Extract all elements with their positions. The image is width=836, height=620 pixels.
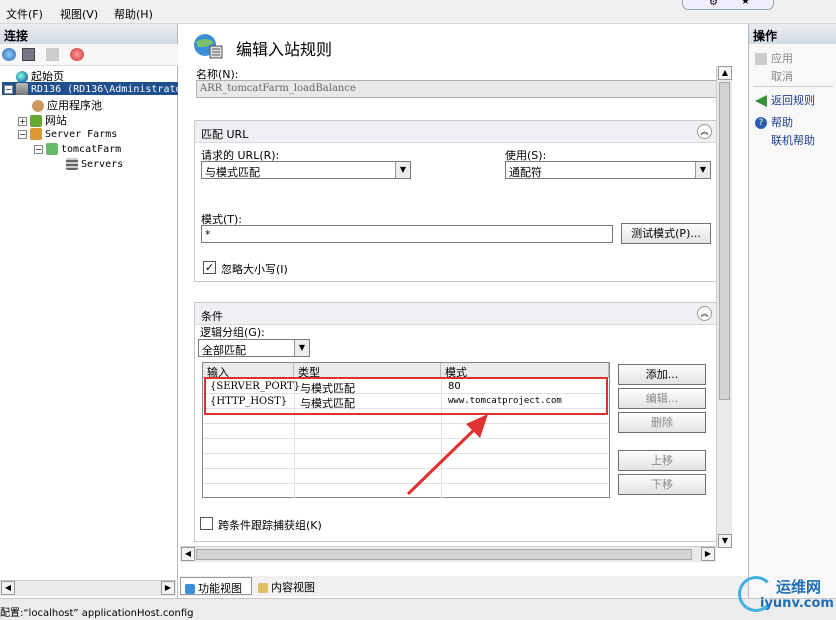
star-icon[interactable]: ★ [741, 0, 750, 7]
tree-item-servers[interactable]: Servers [66, 157, 123, 170]
ignore-case-checkbox[interactable]: ✓ [203, 261, 216, 274]
track-capture-label: 跨条件跟踪捕获组(K) [218, 519, 322, 532]
collapse-icon[interactable]: − [18, 129, 27, 139]
scroll-thumb[interactable] [196, 549, 692, 560]
connections-toolbar [0, 44, 178, 66]
connections-pane: 连接 起始页 − RD136 (RD136\Administrator 应用程序池… [0, 24, 188, 598]
logical-group-select[interactable]: 全部匹配 ▼ [198, 339, 310, 357]
connections-title: 连接 [0, 24, 177, 44]
watermark-logo: 运维网 iyunv.com [738, 570, 836, 620]
scroll-up-icon[interactable]: ▲ [718, 66, 732, 80]
match-url-header: 匹配 URL ︽ [195, 121, 717, 143]
scroll-right-icon[interactable]: ▶ [161, 581, 175, 595]
dropdown-arrow-icon: ▼ [294, 340, 309, 356]
tab-content-view[interactable]: 内容视图 [254, 577, 334, 595]
servers-icon [66, 158, 78, 170]
using-select[interactable]: 通配符 ▼ [505, 161, 711, 179]
test-pattern-button[interactable]: 测试模式(P)... [621, 223, 711, 244]
collapse-match-url-icon[interactable]: ︽ [697, 124, 712, 139]
watermark-url: iyunv.com [760, 596, 834, 611]
save-icon[interactable] [22, 48, 35, 61]
left-horizontal-scrollbar[interactable]: ◀ ▶ [0, 580, 176, 596]
tab-features-view[interactable]: 功能视图 [180, 577, 252, 595]
annotation-arrow-icon [406, 414, 488, 496]
window-controls: ⚙ ★ [682, 0, 774, 10]
page-title: 编辑入站规则 [236, 40, 333, 59]
column-header-pattern[interactable]: 模式 [441, 363, 609, 379]
up-icon[interactable] [46, 48, 59, 61]
collapse-icon[interactable]: − [4, 84, 13, 94]
center-horizontal-scrollbar[interactable]: ◀ ▶ [180, 546, 716, 562]
settings-icon[interactable]: ⚙ [709, 0, 718, 8]
ignore-case-label: 忽略大小写(I) [221, 263, 288, 276]
farm-icon [46, 143, 58, 155]
conditions-header: 条件 ︽ [195, 303, 717, 325]
disconnect-icon[interactable] [70, 48, 84, 61]
rewrite-globe-icon [194, 34, 223, 59]
menu-help[interactable]: 帮助(H) [114, 6, 153, 22]
rule-name-field[interactable]: ARR_tomcatFarm_loadBalance [196, 80, 718, 98]
expand-icon[interactable]: + [18, 116, 27, 126]
features-view-icon [185, 584, 195, 594]
edit-condition-button[interactable]: 编辑... [618, 388, 706, 409]
track-capture-checkbox[interactable] [200, 517, 213, 530]
menu-view[interactable]: 视图(V) [60, 6, 98, 22]
help-icon: ? [755, 117, 767, 129]
remove-condition-button[interactable]: 删除 [618, 412, 706, 433]
dropdown-arrow-icon: ▼ [395, 162, 410, 178]
scroll-right-icon[interactable]: ▶ [701, 547, 715, 561]
server-icon [16, 83, 28, 95]
tree-item-app-pools[interactable]: 应用程序池 [32, 97, 102, 113]
column-header-input[interactable]: 输入 [203, 363, 294, 379]
edit-rule-pane: 编辑入站规则 名称(N): ARR_tomcatFarm_loadBalance… [180, 24, 748, 594]
server-farm-icon [30, 128, 42, 140]
move-up-button[interactable]: 上移 [618, 450, 706, 471]
center-vertical-scrollbar[interactable]: ▲ ▼ [716, 66, 732, 548]
dropdown-arrow-icon: ▼ [695, 162, 710, 178]
collapse-conditions-icon[interactable]: ︽ [697, 306, 712, 321]
tree-item-server[interactable]: − RD136 (RD136\Administrator [2, 82, 188, 95]
menu-file[interactable]: 文件(F) [6, 6, 43, 22]
actions-title: 操作 [749, 24, 836, 44]
apply-action[interactable]: 应用 [755, 50, 793, 66]
move-down-button[interactable]: 下移 [618, 474, 706, 495]
tree-item-tomcat-farm[interactable]: − tomcatFarm [34, 142, 121, 155]
column-header-type[interactable]: 类型 [294, 363, 441, 379]
back-to-rules-action[interactable]: 返回规则 [755, 92, 815, 108]
scroll-down-icon[interactable]: ▼ [718, 534, 732, 548]
match-url-group: 匹配 URL ︽ 请求的 URL(R): 与模式匹配 ▼ 使用(S): 通配符 … [194, 120, 718, 282]
help-action[interactable]: ? 帮助 [755, 114, 793, 130]
content-view-icon [258, 583, 268, 593]
tree-item-server-farms[interactable]: − Server Farms [18, 127, 117, 140]
scroll-left-icon[interactable]: ◀ [1, 581, 15, 595]
back-arrow-icon [755, 95, 767, 107]
status-text: 配置:“localhost” applicationHost.config [0, 608, 194, 619]
collapse-icon[interactable]: − [34, 144, 43, 154]
app-pool-icon [32, 100, 44, 112]
status-bar: 配置:“localhost” applicationHost.config [0, 598, 836, 620]
scroll-left-icon[interactable]: ◀ [181, 547, 195, 561]
connect-globe-icon[interactable] [2, 48, 16, 61]
requested-url-select[interactable]: 与模式匹配 ▼ [201, 161, 411, 179]
sites-icon [30, 115, 42, 127]
pattern-input[interactable]: * [201, 225, 613, 243]
scroll-thumb[interactable] [719, 82, 730, 400]
view-tabs: 功能视图 内容视图 [180, 576, 748, 596]
cancel-action[interactable]: 取消 [771, 68, 793, 84]
tree-item-sites[interactable]: + 网站 [18, 112, 67, 128]
online-help-action[interactable]: 联机帮助 [771, 132, 815, 148]
apply-icon [755, 53, 767, 65]
add-condition-button[interactable]: 添加... [618, 364, 706, 385]
logical-group-label: 逻辑分组(G): [200, 326, 265, 339]
watermark-cn: 运维网 [776, 578, 822, 596]
actions-pane: 操作 应用 取消 返回规则 ? 帮助 联机帮助 [748, 24, 836, 598]
